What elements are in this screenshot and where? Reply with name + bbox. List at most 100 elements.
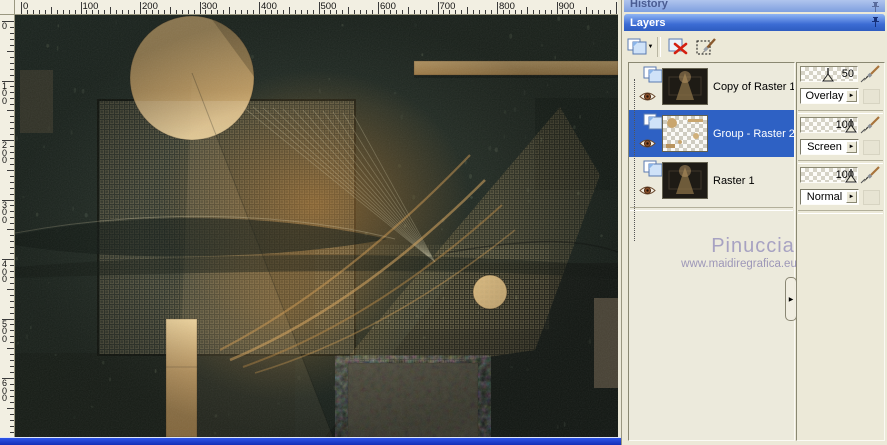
opacity-slider-handle[interactable] <box>822 68 834 82</box>
ruler-tick <box>10 181 14 183</box>
ruler-tick <box>10 187 14 189</box>
ruler-tick <box>336 10 338 14</box>
ruler-left[interactable]: 0 100 200 300 400 500 600 <box>0 15 15 437</box>
layer-name-label: Group - Raster 2 <box>713 127 795 140</box>
ruler-tick <box>229 7 231 14</box>
layer-row-group-raster-2[interactable]: Group - Raster 2 <box>629 110 794 157</box>
ruler-tick <box>616 2 617 14</box>
blend-dropdown-arrow-icon: ► <box>846 141 857 153</box>
ruler-tick <box>526 7 528 14</box>
ruler-tick <box>354 10 356 14</box>
ruler-tick <box>491 10 493 14</box>
opacity-slider[interactable]: 100 <box>800 117 858 133</box>
ruler-tick <box>10 300 14 302</box>
ruler-tick <box>7 169 14 171</box>
opacity-slider[interactable]: 50 <box>800 66 858 82</box>
ruler-tick <box>10 431 14 433</box>
blend-mode-dropdown[interactable]: Normal ► <box>800 189 859 205</box>
layers-panel-titlebar[interactable]: Layers <box>624 14 885 31</box>
edit-selection-button[interactable] <box>692 35 720 59</box>
canvas-artwork[interactable] <box>15 15 618 437</box>
ruler-tick <box>104 10 106 14</box>
ruler-tick <box>259 2 260 14</box>
ruler-tick <box>92 10 94 14</box>
ruler-tick <box>431 10 433 14</box>
ruler-tick <box>318 2 320 14</box>
visibility-toggle[interactable] <box>639 183 656 201</box>
ruler-tick <box>473 10 475 14</box>
ruler-tick <box>10 235 14 237</box>
visibility-toggle[interactable] <box>639 136 656 154</box>
ruler-tick <box>10 247 14 249</box>
ruler-tick <box>10 312 14 314</box>
layer-row-copy-of-raster-1[interactable]: Copy of Raster 1 <box>629 63 794 110</box>
ruler-tick <box>282 10 284 14</box>
ruler-tick <box>574 10 576 14</box>
layer-row-raster-1[interactable]: Raster 1 <box>629 157 794 204</box>
ruler-tick <box>10 98 14 100</box>
layer-thumbnail <box>662 115 708 152</box>
ruler-tick <box>389 10 391 14</box>
ruler-tick <box>10 223 14 225</box>
controls-divider <box>798 110 883 114</box>
ruler-tick <box>235 10 237 14</box>
opacity-slider-handle-wrap[interactable] <box>845 169 857 183</box>
ruler-tick <box>10 354 14 356</box>
layer-pages-icon-wrap <box>643 66 663 88</box>
ruler-tick <box>586 7 588 14</box>
ruler-tick <box>348 7 350 14</box>
ruler-tick <box>264 10 266 14</box>
ruler-tick <box>169 7 171 14</box>
opacity-slider[interactable]: 100 <box>800 167 858 183</box>
ruler-tick <box>199 2 201 14</box>
opacity-slider-handle[interactable] <box>845 119 857 133</box>
ruler-tick <box>378 2 379 14</box>
ruler-tick <box>10 104 14 106</box>
ruler-tick <box>62 10 64 14</box>
ruler-tick <box>443 10 445 14</box>
opacity-value: 50 <box>841 68 854 80</box>
ruler-label: 100 <box>82 1 99 12</box>
opacity-slider-handle-wrap[interactable] <box>845 119 857 133</box>
ruler-tick <box>413 10 415 14</box>
ruler-tick <box>116 10 118 14</box>
ruler-tick <box>461 10 463 14</box>
ruler-top[interactable]: 0 100 200 300 400 500 600 700 800 900 <box>15 0 621 15</box>
history-panel-titlebar[interactable]: History <box>624 0 885 12</box>
blend-mode-dropdown[interactable]: Screen ► <box>800 139 859 155</box>
opacity-slider-handle[interactable] <box>845 169 857 183</box>
ruler-tick <box>7 229 14 231</box>
layer-controls-copy-of-raster-1: 50 Overlay ► <box>797 64 884 110</box>
layer-list-divider <box>630 207 793 211</box>
palette-splitter-handle[interactable]: ▶ <box>785 277 797 321</box>
ruler-tick <box>68 10 70 14</box>
ruler-tick <box>98 10 100 14</box>
ruler-corner <box>0 0 15 15</box>
ruler-tick <box>140 2 141 14</box>
ruler-tick <box>10 74 14 76</box>
pushpin-icon[interactable] <box>871 2 880 13</box>
ruler-tick <box>7 407 14 409</box>
delete-layer-icon <box>668 38 688 54</box>
splitter-arrow-icon: ▶ <box>788 296 794 303</box>
opacity-slider-handle-wrap[interactable] <box>822 68 834 82</box>
ruler-label: 700 <box>439 1 456 12</box>
new-layer-button[interactable]: ▼ <box>626 35 654 59</box>
ruler-tick <box>288 7 290 14</box>
window-border-bottom <box>0 437 621 445</box>
ruler-tick <box>151 10 153 14</box>
ruler-tick <box>10 282 14 284</box>
ruler-tick <box>10 217 14 219</box>
ruler-tick <box>497 2 498 14</box>
link-toggle-button <box>863 89 880 104</box>
ruler-tick <box>247 10 249 14</box>
pushpin-icon[interactable] <box>871 17 880 28</box>
link-toggle-button <box>863 190 880 205</box>
blend-mode-value: Normal <box>806 191 843 203</box>
blend-mode-dropdown[interactable]: Overlay ► <box>800 88 859 104</box>
layer-thumbnail <box>662 68 708 105</box>
delete-layer-button[interactable] <box>664 35 692 59</box>
visibility-toggle[interactable] <box>639 89 656 107</box>
brush-indicator <box>860 115 881 135</box>
ruler-tick <box>10 151 14 153</box>
